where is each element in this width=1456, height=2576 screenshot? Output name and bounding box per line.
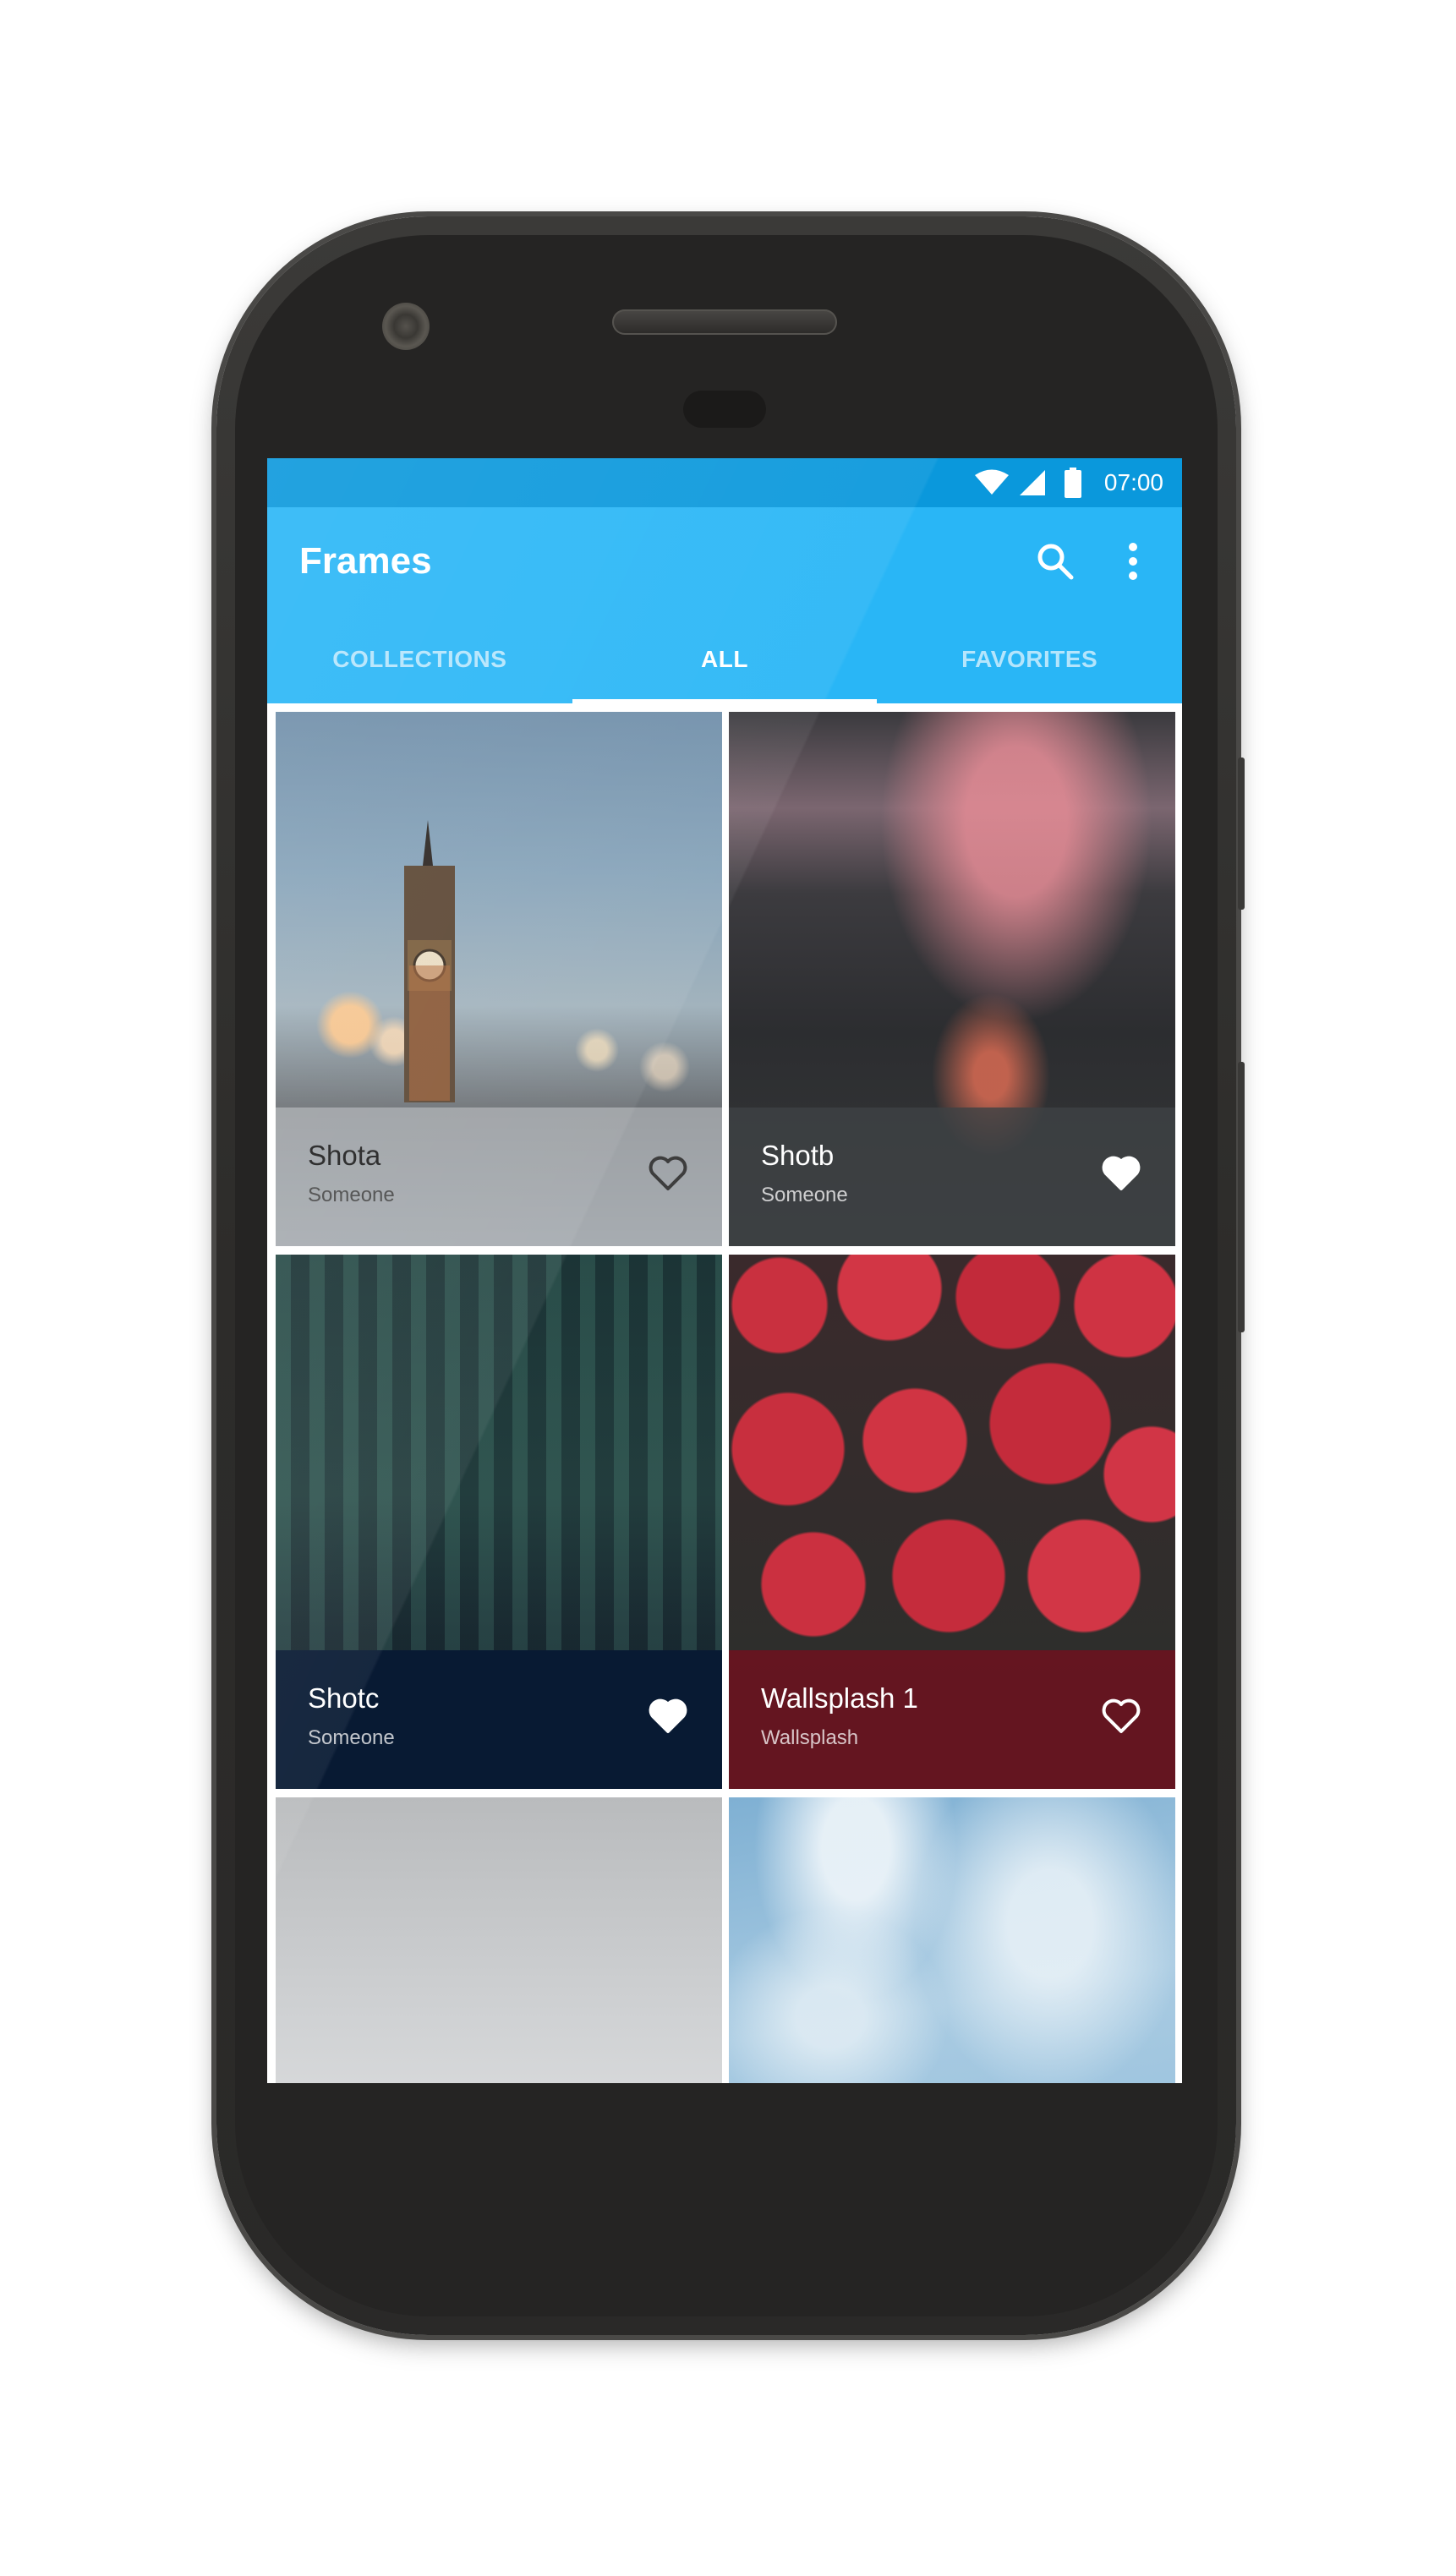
wallpaper-card[interactable]: Shotc Someone [276, 1255, 722, 1789]
wallpaper-title: Shota [308, 1140, 381, 1171]
wallpaper-card[interactable] [276, 1797, 722, 2083]
card-footer: Wallsplash 1 Wallsplash [729, 1650, 1175, 1789]
favorite-button[interactable] [646, 1694, 690, 1738]
proximity-sensor [683, 391, 766, 428]
wallpaper-card[interactable]: Wallsplash 1 Wallsplash [729, 1255, 1175, 1789]
heart-outline-icon [649, 1156, 687, 1190]
app-bar: Frames [267, 507, 1182, 615]
wallpaper-card[interactable] [729, 1797, 1175, 2083]
tab-collections[interactable]: COLLECTIONS [267, 615, 572, 703]
heart-filled-icon [1102, 1156, 1141, 1190]
wallpaper-title: Shotb [761, 1140, 835, 1171]
favorite-button[interactable] [646, 1151, 690, 1195]
wallpaper-title: Wallsplash 1 [761, 1682, 918, 1714]
wallpaper-grid: Shota Someone Shotb Someone Shotc Someon… [267, 703, 1182, 2083]
volume-button [1238, 757, 1245, 910]
wallpaper-title: Shotc [308, 1682, 380, 1714]
cell-signal-icon [1015, 468, 1050, 497]
favorite-button[interactable] [1099, 1151, 1143, 1195]
search-button[interactable] [1028, 534, 1082, 588]
status-time: 07:00 [1103, 469, 1163, 495]
phone-screen: 07:00 Frames COLLECTIONS ALL FAVORITES S… [267, 458, 1182, 2083]
front-camera [382, 303, 430, 350]
wallpaper-image [729, 1797, 1175, 2083]
heart-outline-icon [1102, 1698, 1141, 1733]
earpiece-speaker [612, 309, 837, 335]
card-footer: Shota Someone [276, 1108, 722, 1246]
wallpaper-author: Someone [761, 1184, 848, 1206]
tab-all[interactable]: ALL [572, 615, 878, 703]
battery-icon [1055, 468, 1091, 498]
wallpaper-card[interactable]: Shota Someone [276, 712, 722, 1246]
wifi-icon [974, 468, 1010, 497]
wallpaper-image [276, 1797, 722, 2083]
card-footer: Shotc Someone [276, 1650, 722, 1789]
tab-favorites[interactable]: FAVORITES [877, 615, 1182, 703]
wallpaper-author: Someone [308, 1184, 395, 1206]
wallpaper-author: Someone [308, 1726, 395, 1749]
favorite-button[interactable] [1099, 1694, 1143, 1738]
power-button [1238, 1062, 1245, 1332]
more-vert-icon [1129, 543, 1137, 580]
wallpaper-card[interactable]: Shotb Someone [729, 712, 1175, 1246]
app-title: Frames [299, 540, 432, 582]
status-bar: 07:00 [267, 458, 1182, 507]
wallpaper-author: Wallsplash [761, 1726, 859, 1749]
heart-filled-icon [649, 1698, 687, 1733]
card-footer: Shotb Someone [729, 1108, 1175, 1246]
overflow-menu-button[interactable] [1106, 534, 1160, 588]
tab-bar: COLLECTIONS ALL FAVORITES [267, 615, 1182, 703]
search-icon [1037, 544, 1074, 580]
